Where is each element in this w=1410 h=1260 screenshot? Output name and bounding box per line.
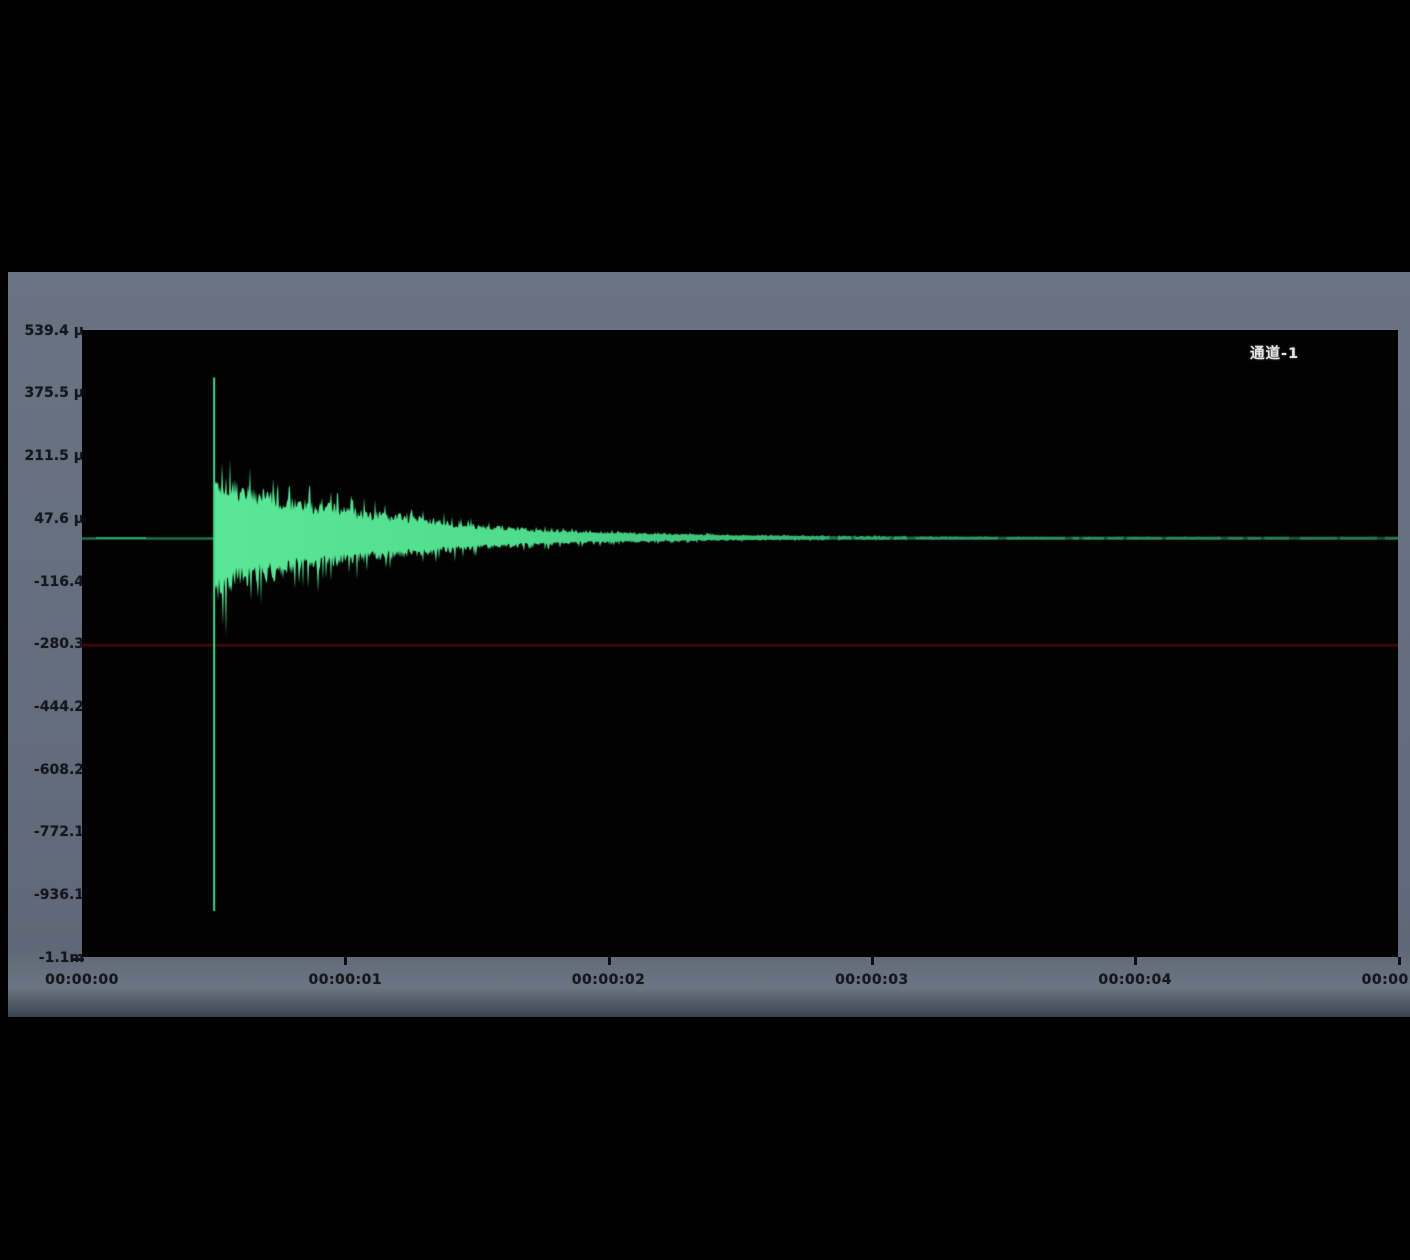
y-axis-tick-label: 375.5 µ — [8, 385, 84, 403]
x-axis-tick-label: 00:00:03 — [802, 972, 942, 988]
y-axis-tick-label: -608.2 — [8, 762, 84, 780]
y-axis-tick-label: -772.1 — [8, 824, 84, 842]
x-axis-tick — [608, 957, 611, 965]
y-axis-corner-tick — [72, 958, 84, 961]
x-axis-tick — [1134, 957, 1137, 965]
y-axis-tick-label: -936.1 — [8, 887, 84, 905]
y-axis-tick-label: 539.4 µ — [8, 323, 84, 341]
y-axis-tick-label: -280.3 — [8, 636, 84, 654]
waveform-panel: 539.4 µ 375.5 µ 211.5 µ 47.6 µ -116.4 -280.3 -… — [8, 272, 1410, 1017]
x-axis-tick-label: 00:00:05 — [1329, 972, 1410, 988]
x-axis-tick — [344, 957, 347, 965]
x-axis-tick-label: 00:00:02 — [539, 972, 679, 988]
y-axis-tick-label: 47.6 µ — [8, 511, 84, 529]
screen: { "chart_data": { "type": "area", "title… — [0, 0, 1410, 1260]
channel-label: 通道-1 — [1250, 342, 1340, 363]
x-axis-tick — [871, 957, 874, 965]
x-axis-tick-label: 00:00:04 — [1065, 972, 1205, 988]
x-axis-tick-label: 00:00:01 — [275, 972, 415, 988]
y-axis-tick-label: -116.4 — [8, 574, 84, 592]
x-axis-tick-label: 00:00:00 — [12, 972, 152, 988]
x-axis-tick — [1398, 957, 1401, 965]
y-axis-tick-label: 211.5 µ — [8, 448, 84, 466]
waveform-canvas[interactable] — [82, 330, 1398, 957]
waveform-plot[interactable]: 通道-1 — [82, 330, 1398, 957]
y-axis-tick-label: -444.2 — [8, 699, 84, 717]
